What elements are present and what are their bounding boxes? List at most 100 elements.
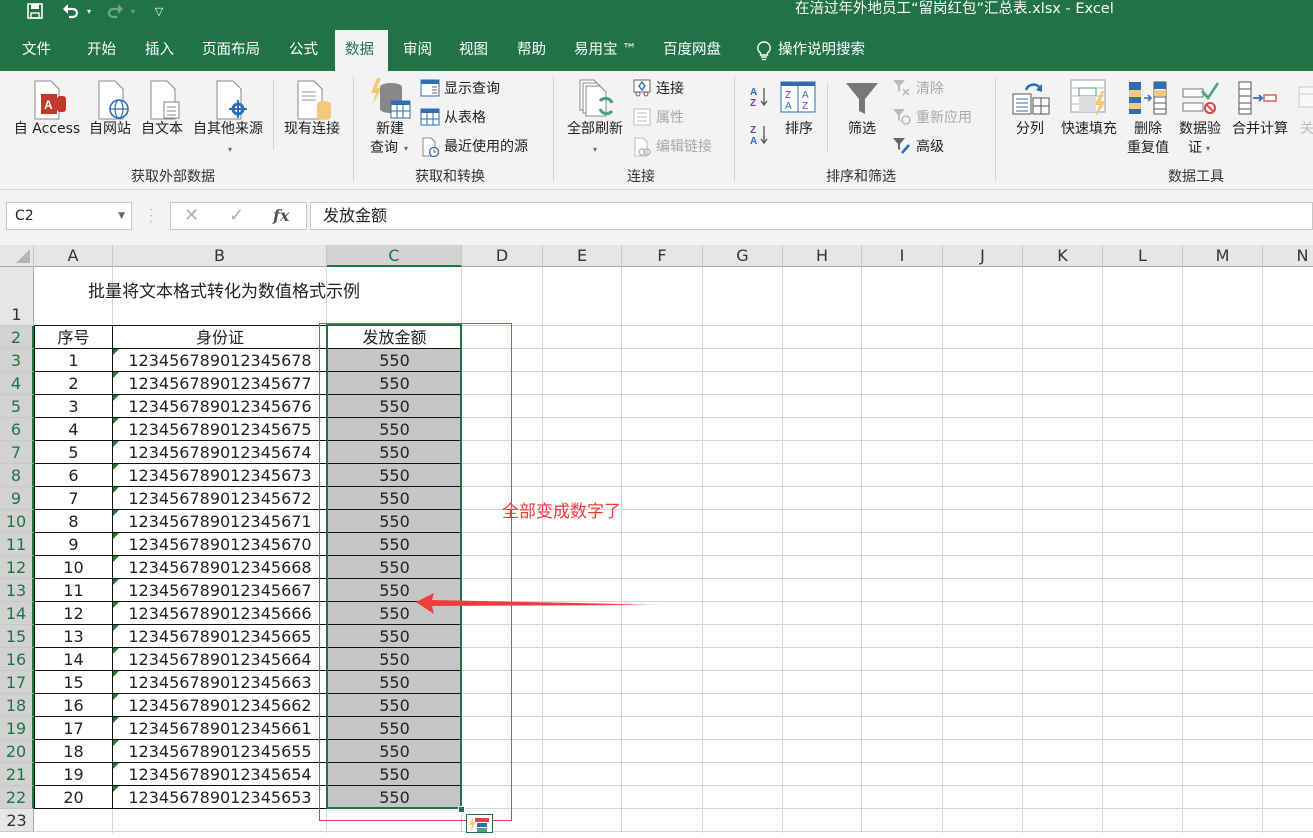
from-table-button[interactable]: 从表格 (420, 106, 486, 128)
table-cell-index[interactable]: 12 (34, 602, 113, 625)
tab-formulas[interactable]: 公式 (279, 30, 328, 71)
tab-yiyongbao[interactable]: 易用宝 ™ (564, 30, 647, 71)
row-header-15[interactable]: 15 (0, 625, 34, 648)
row-header-6[interactable]: 6 (0, 418, 34, 441)
table-cell-index[interactable]: 14 (34, 648, 113, 671)
table-cell-index[interactable]: 5 (34, 441, 113, 464)
table-cell-id[interactable]: 123456789012345655 (113, 740, 327, 763)
table-cell-id[interactable]: 123456789012345678 (113, 349, 327, 372)
table-cell-index[interactable]: 20 (34, 786, 113, 809)
refresh-all-button[interactable]: 全部刷新 (563, 120, 627, 139)
row-header-14[interactable]: 14 (0, 602, 34, 625)
existing-connections-button[interactable]: 现有连接 (280, 120, 344, 139)
redo-icon[interactable] (104, 0, 126, 22)
row-header-18[interactable]: 18 (0, 694, 34, 717)
show-queries-button[interactable]: 显示查询 (420, 77, 500, 99)
tab-file[interactable]: 文件 (12, 30, 61, 71)
table-cell-id[interactable]: 123456789012345666 (113, 602, 327, 625)
undo-icon[interactable] (60, 0, 82, 22)
tell-me-search[interactable]: 操作说明搜索 (748, 30, 875, 71)
worksheet-grid[interactable]: 批量将文本格式转化为数值格式示例 序号 身份证 发放金额 1 12345678901234… (34, 267, 1313, 833)
formula-input[interactable]: 发放金额 (310, 202, 1313, 230)
table-cell-index[interactable]: 10 (34, 556, 113, 579)
row-header-21[interactable]: 21 (0, 763, 34, 786)
table-cell-index[interactable]: 13 (34, 625, 113, 648)
table-cell-index[interactable]: 1 (34, 349, 113, 372)
table-cell-id[interactable]: 123456789012345668 (113, 556, 327, 579)
table-cell-index[interactable]: 6 (34, 464, 113, 487)
table-cell-id[interactable]: 123456789012345653 (113, 786, 327, 809)
table-cell-id[interactable]: 123456789012345664 (113, 648, 327, 671)
consolidate-button[interactable]: 合并计算 (1228, 120, 1292, 139)
enter-icon[interactable]: ✓ (229, 205, 244, 226)
sort-button[interactable]: 排序 (782, 120, 816, 139)
table-cell-id[interactable]: 123456789012345671 (113, 510, 327, 533)
row-header-22[interactable]: 22 (0, 786, 34, 809)
customize-qat-icon[interactable]: ▽ (150, 0, 168, 22)
table-cell-id[interactable]: 123456789012345663 (113, 671, 327, 694)
tab-help[interactable]: 帮助 (507, 30, 556, 71)
table-cell-id[interactable]: 123456789012345654 (113, 763, 327, 786)
connections-button[interactable]: 连接 (632, 77, 684, 99)
row-header-13[interactable]: 13 (0, 579, 34, 602)
sort-z-a-icon[interactable]: ZA (749, 123, 771, 151)
row-header-10[interactable]: 10 (0, 510, 34, 533)
row-header-1[interactable]: 1 (0, 267, 34, 326)
fill-handle[interactable] (458, 806, 465, 813)
column-header-j[interactable]: J (943, 245, 1023, 267)
formula-bar-grip-icon[interactable]: · · · (149, 204, 153, 228)
reapply-filter-button[interactable]: 重新应用 (892, 106, 972, 128)
other-sources-dropdown-icon[interactable]: ▾ (222, 140, 238, 159)
row-header-12[interactable]: 12 (0, 556, 34, 579)
flash-fill-button[interactable]: 快速填充 (1057, 120, 1121, 139)
from-other-sources-button[interactable]: 自其他来源 (188, 120, 268, 139)
remove-duplicates-label-2[interactable]: 重复值 (1122, 139, 1174, 158)
quick-analysis-button[interactable] (466, 814, 493, 833)
from-text-button[interactable]: 自文本 (137, 120, 187, 139)
filter-button[interactable]: 筛选 (845, 120, 879, 139)
column-header-d[interactable]: D (462, 245, 543, 267)
row-header-4[interactable]: 4 (0, 372, 34, 395)
tab-insert[interactable]: 插入 (135, 30, 184, 71)
recent-sources-button[interactable]: 最近使用的源 (420, 135, 528, 158)
column-header-k[interactable]: K (1023, 245, 1103, 267)
row-header-16[interactable]: 16 (0, 648, 34, 671)
row-header-19[interactable]: 19 (0, 717, 34, 740)
tab-home[interactable]: 开始 (77, 30, 126, 71)
select-all-button[interactable] (0, 245, 34, 267)
new-query-button[interactable]: 查询 (366, 139, 402, 158)
undo-dropdown-icon[interactable]: ▾ (84, 0, 94, 22)
table-cell-index[interactable]: 2 (34, 372, 113, 395)
redo-dropdown-icon[interactable]: ▾ (128, 0, 138, 22)
table-header-cell[interactable]: 序号 (34, 326, 113, 349)
table-cell-index[interactable]: 7 (34, 487, 113, 510)
table-cell-index[interactable]: 16 (34, 694, 113, 717)
table-header-cell[interactable]: 身份证 (113, 326, 327, 349)
edit-links-button[interactable]: 编辑链接 (632, 135, 712, 157)
column-header-e[interactable]: E (543, 245, 622, 267)
from-web-button[interactable]: 自网站 (86, 120, 134, 139)
tab-view[interactable]: 视图 (449, 30, 498, 71)
new-query-label[interactable]: 新建 (366, 120, 414, 139)
tab-data[interactable]: 数据 (335, 30, 388, 71)
column-header-i[interactable]: I (862, 245, 943, 267)
table-cell-id[interactable]: 123456789012345676 (113, 395, 327, 418)
data-validation-dropdown-icon[interactable]: ▾ (1203, 139, 1213, 158)
column-header-g[interactable]: G (703, 245, 783, 267)
remove-duplicates-button[interactable]: 删除 (1126, 120, 1170, 139)
text-to-columns-button[interactable]: 分列 (1012, 120, 1048, 139)
table-cell-index[interactable]: 8 (34, 510, 113, 533)
clear-filter-button[interactable]: 清除 (892, 77, 944, 99)
sort-a-z-icon[interactable]: AZ (749, 85, 771, 113)
new-query-dropdown-icon[interactable]: ▾ (400, 139, 412, 158)
cancel-icon[interactable]: ✕ (184, 205, 199, 226)
row-header-20[interactable]: 20 (0, 740, 34, 763)
row-header-11[interactable]: 11 (0, 533, 34, 556)
row-header-17[interactable]: 17 (0, 671, 34, 694)
table-cell-index[interactable]: 3 (34, 395, 113, 418)
table-cell-id[interactable]: 123456789012345662 (113, 694, 327, 717)
table-cell-index[interactable]: 17 (34, 717, 113, 740)
table-cell-index[interactable]: 9 (34, 533, 113, 556)
table-cell-index[interactable]: 15 (34, 671, 113, 694)
column-header-h[interactable]: H (783, 245, 862, 267)
